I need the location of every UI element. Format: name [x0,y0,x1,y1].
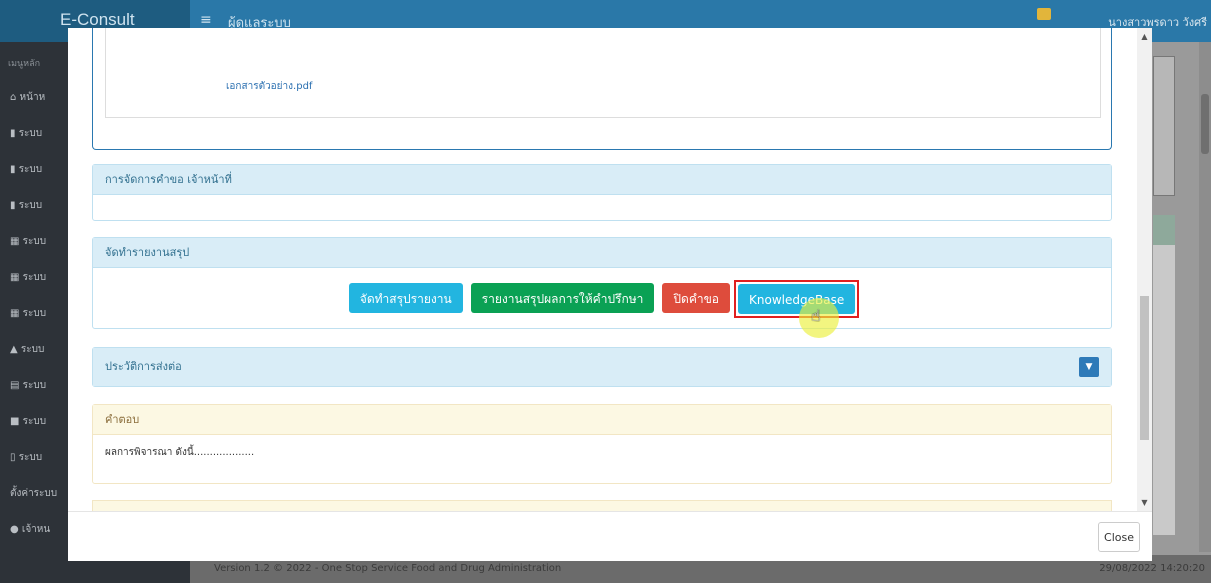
make-report-button[interactable]: จัดทำสรุปรายงาน [348,282,463,313]
graduation-cap-icon: ▲ [10,344,21,355]
answer-text: ผลการพิจารณา ดังนี้................... [105,447,255,458]
calendar-icon: ▦ [10,308,23,319]
home-icon: ⌂ [10,92,20,103]
hamburger-icon[interactable]: ≡ [200,12,212,28]
file-icon: ▯ [10,452,19,463]
book-icon: ▮ [10,164,19,175]
close-button[interactable]: Close [1098,522,1140,552]
scroll-thumb[interactable] [1140,296,1149,440]
modal-body: เอกสารตัวอย่าง.pdf การจัดการคำขอ เจ้าหน้… [68,28,1152,511]
calendar-icon: ▦ [10,236,23,247]
summary-report-panel: จัดทำรายงานสรุป จัดทำสรุปรายงาน รายงานสรุ… [92,237,1112,329]
knowledge-base-button[interactable]: KnowledgeBase [738,284,856,314]
page-scrollbar[interactable] [1199,42,1211,552]
attachment-panel: เอกสารตัวอย่าง.pdf [92,28,1112,150]
attachment-box: เอกสารตัวอย่าง.pdf [105,28,1101,118]
modal-scrollbar[interactable]: ▲ ▼ [1137,28,1152,511]
table-icon: ▤ [10,380,23,391]
hand-pointer-icon: ☝ [811,306,821,325]
highlight-outline: KnowledgeBase [734,280,860,318]
scroll-down-arrow-icon[interactable]: ▼ [1137,498,1152,507]
mouse-cursor-highlight: ☝ [799,298,839,338]
background-panel [1153,215,1175,535]
chevron-down-icon[interactable]: ▼ [1079,357,1099,377]
close-request-button[interactable]: ปิดคำขอ [662,282,731,313]
footer-version: Version 1.2 © 2022 - One Stop Service Fo… [214,563,562,574]
book-icon: ▮ [10,200,19,211]
calendar-icon: ▦ [10,272,23,283]
manage-request-panel: การจัดการคำขอ เจ้าหน้าที่ [92,164,1112,221]
forward-history-panel[interactable]: ประวัติการส่งต่อ ▼ [92,347,1112,387]
scroll-up-arrow-icon[interactable]: ▲ [1137,32,1152,41]
panel-title: การจัดการคำขอ เจ้าหน้าที่ [93,165,1111,195]
user-icon: ● [10,524,22,535]
modal-dialog: เอกสารตัวอย่าง.pdf การจัดการคำขอ เจ้าหน้… [68,28,1152,561]
background-panel [1153,56,1175,196]
panel-title: ประวัติการส่งต่อ [93,348,1111,386]
next-panel [92,500,1112,511]
panel-title: จัดทำรายงานสรุป [93,238,1111,268]
modal-footer: Close [68,511,1152,561]
notification-icon[interactable] [1037,8,1051,20]
video-icon: ■ [10,416,23,427]
consult-report-button[interactable]: รายงานสรุปผลการให้คำปรึกษา [470,282,655,313]
attachment-link[interactable]: เอกสารตัวอย่าง.pdf [226,79,312,94]
action-buttons: จัดทำสรุปรายงาน รายงานสรุปผลการให้คำปรึกษ… [93,280,1111,318]
book-icon: ▮ [10,128,19,139]
answer-panel: คำตอบ ผลการพิจารณา ดังนี้...............… [92,404,1112,484]
panel-title: คำตอบ [93,405,1111,435]
